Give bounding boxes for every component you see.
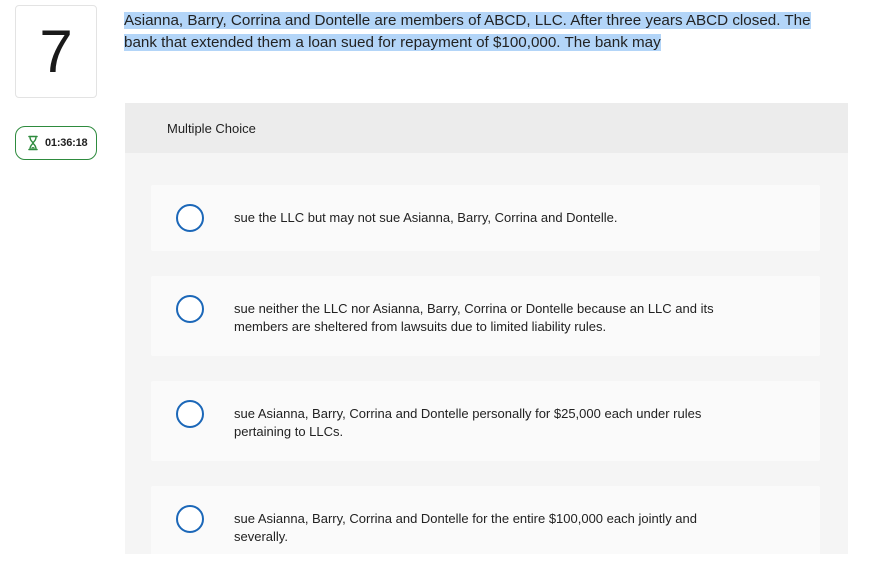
answer-option-label: sue Asianna, Barry, Corrina and Dontelle…	[234, 406, 702, 439]
multiple-choice-body: sue the LLC but may not sue Asianna, Bar…	[125, 153, 848, 554]
radio-button[interactable]	[176, 505, 204, 533]
answer-option-c[interactable]: sue Asianna, Barry, Corrina and Dontelle…	[151, 381, 820, 461]
question-prompt-text: Asianna, Barry, Corrina and Dontelle are…	[124, 12, 811, 51]
radio-button[interactable]	[176, 295, 204, 323]
answer-option-label: sue the LLC but may not sue Asianna, Bar…	[234, 210, 618, 225]
answer-option-d[interactable]: sue Asianna, Barry, Corrina and Dontelle…	[151, 486, 820, 554]
answer-option-label: sue neither the LLC nor Asianna, Barry, …	[234, 301, 714, 334]
question-number-box: 7	[15, 5, 97, 98]
answer-option-b[interactable]: sue neither the LLC nor Asianna, Barry, …	[151, 276, 820, 356]
timer[interactable]: 01:36:18	[15, 126, 97, 160]
question-number: 7	[39, 17, 73, 85]
answer-option-a[interactable]: sue the LLC but may not sue Asianna, Bar…	[151, 185, 820, 251]
answer-option-label: sue Asianna, Barry, Corrina and Dontelle…	[234, 511, 697, 544]
radio-button[interactable]	[176, 204, 204, 232]
radio-button[interactable]	[176, 400, 204, 428]
question-prompt: Asianna, Barry, Corrina and Dontelle are…	[124, 10, 844, 53]
multiple-choice-panel: Multiple Choice sue the LLC but may not …	[125, 103, 848, 554]
multiple-choice-header: Multiple Choice	[125, 103, 848, 153]
timer-text: 01:36:18	[45, 137, 88, 149]
hourglass-icon	[27, 135, 39, 151]
